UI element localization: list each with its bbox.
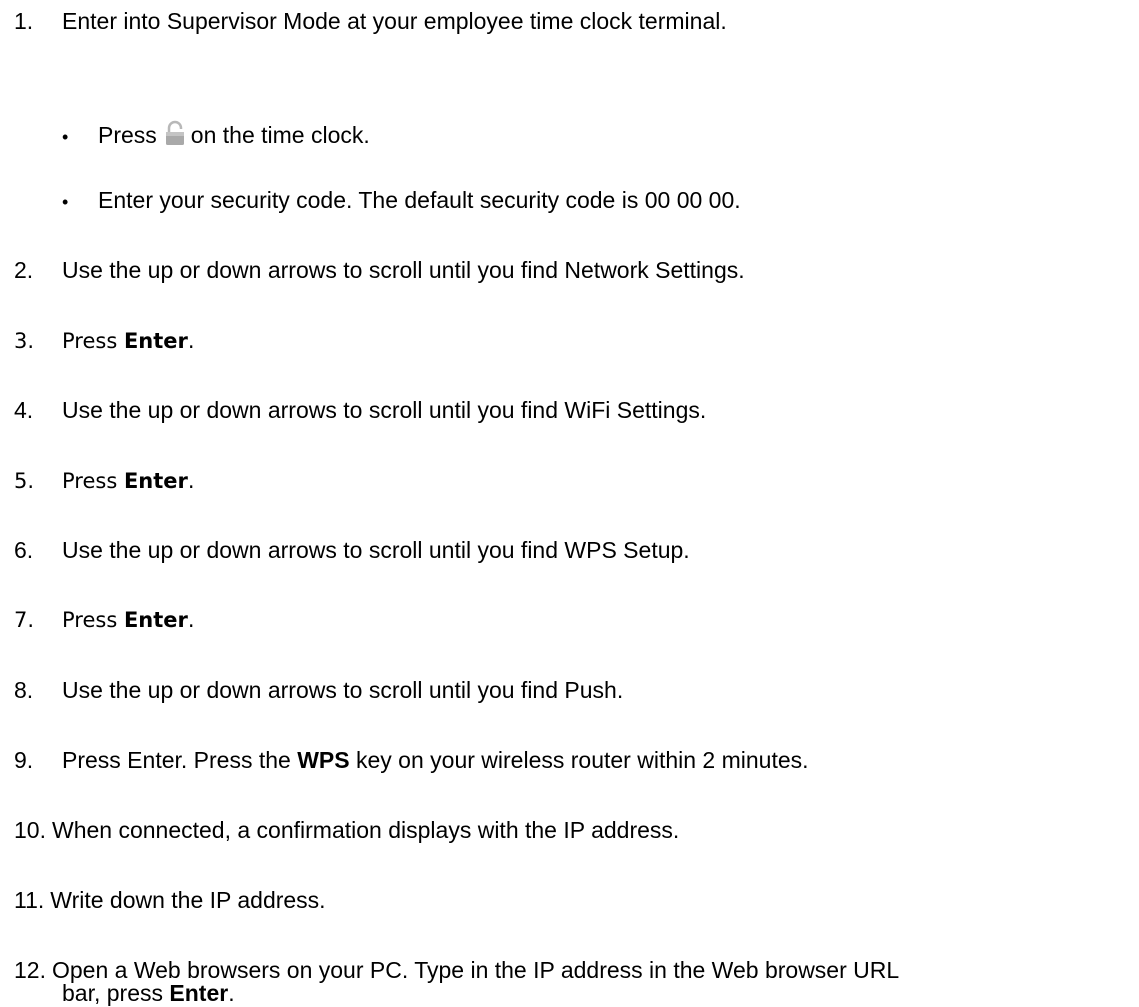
step-number: 11. <box>14 887 45 913</box>
step-text-post: . <box>187 329 195 353</box>
step-7: 7. Press Enter. <box>0 607 195 634</box>
substep-text-pre: Press <box>98 122 157 148</box>
step-number: 1. <box>14 8 34 34</box>
substep-text: Enter your security code. The default se… <box>98 187 741 213</box>
step-key-label: Enter <box>123 329 188 353</box>
step-text-post: . <box>228 980 235 1006</box>
step-text: When connected, a confirmation displays … <box>51 817 680 843</box>
step-text: Enter into Supervisor Mode at your emplo… <box>62 8 727 34</box>
step-text-pre: Press <box>62 329 124 353</box>
step-number: 5. <box>14 469 35 493</box>
step-10: 10. When connected, a confirmation displa… <box>0 817 679 844</box>
step-12-continuation: bar, press Enter. <box>62 980 235 1007</box>
step-text-pre: Press <box>62 608 124 632</box>
step-text-pre: bar, press <box>62 980 170 1006</box>
step-text: Use the up or down arrows to scroll unti… <box>62 257 745 283</box>
step-text: Use the up or down arrows to scroll unti… <box>62 677 624 703</box>
step-number: 6. <box>14 537 34 563</box>
instructions-document: 1. Enter into Supervisor Mode at your emp… <box>0 0 1139 1006</box>
step-text: Write down the IP address. <box>50 887 326 913</box>
step-9: 9. Press Enter. Press the WPS key on your… <box>0 747 809 774</box>
substep-press-lock: • Press on the time clock. <box>62 120 370 151</box>
substep-text-post: on the time clock. <box>190 122 370 148</box>
step-number: 8. <box>14 677 34 703</box>
step-6: 6. Use the up or down arrows to scroll un… <box>0 537 690 564</box>
step-number: 10. <box>14 817 46 843</box>
step-2: 2. Use the up or down arrows to scroll un… <box>0 257 745 284</box>
step-number: 2. <box>14 257 34 283</box>
step-3: 3. Press Enter. <box>0 328 195 355</box>
step-text-post: key on your wireless router within 2 min… <box>349 747 809 773</box>
step-number: 7. <box>14 608 35 632</box>
step-8: 8. Use the up or down arrows to scroll un… <box>0 677 623 704</box>
step-text: Use the up or down arrows to scroll unti… <box>62 537 690 563</box>
step-key-label: Enter <box>169 980 229 1006</box>
step-4: 4. Use the up or down arrows to scroll un… <box>0 397 706 424</box>
step-number: 9. <box>14 747 34 773</box>
bullet-marker: • <box>62 192 69 212</box>
step-1: 1. Enter into Supervisor Mode at your emp… <box>0 8 727 35</box>
step-5: 5. Press Enter. <box>0 468 195 495</box>
step-11: 11. Write down the IP address. <box>0 887 326 914</box>
step-text-pre: Press <box>62 469 124 493</box>
step-number: 12. <box>14 957 46 983</box>
step-text-post: . <box>187 469 195 493</box>
step-number: 3. <box>14 329 35 353</box>
step-key-label: Enter <box>123 469 188 493</box>
step-key-label: Enter <box>123 608 188 632</box>
lock-icon <box>163 120 187 146</box>
step-number: 4. <box>14 397 34 423</box>
step-key-label: WPS <box>297 747 350 773</box>
step-text-post: . <box>187 608 195 632</box>
substep-security-code: • Enter your security code. The default s… <box>62 187 741 216</box>
step-text-pre: Press Enter. Press the <box>62 747 298 773</box>
bullet-marker: • <box>62 127 69 147</box>
step-text: Use the up or down arrows to scroll unti… <box>62 397 707 423</box>
